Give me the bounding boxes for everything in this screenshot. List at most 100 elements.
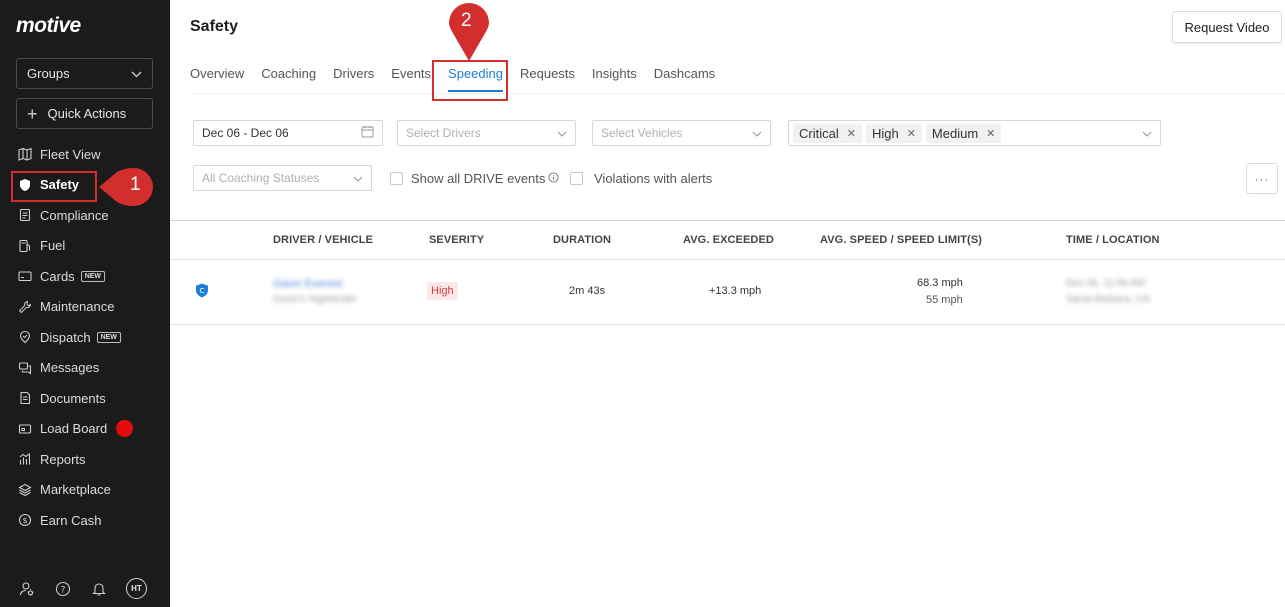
sidebar-item-load-board[interactable]: Load Board	[0, 414, 170, 445]
new-badge: NEW	[96, 331, 121, 343]
dollar-icon: $	[18, 513, 32, 527]
duration-value: 2m 43s	[569, 285, 606, 297]
sidebar-item-label: Compliance	[40, 207, 109, 223]
sidebar-item-label: Fleet View	[40, 146, 101, 162]
severity-chips: Critical ✕ High ✕ Medium ✕	[793, 123, 1005, 143]
messages-icon	[18, 361, 32, 375]
step-2-callout: 2	[449, 3, 489, 63]
step-1-number: 1	[130, 174, 141, 195]
chevron-down-icon	[1142, 126, 1152, 140]
violations-with-alerts-label: Violations with alerts	[594, 171, 713, 186]
column-header-severity[interactable]: SEVERITY	[429, 234, 484, 246]
coaching-status-placeholder: All Coaching Statuses	[202, 171, 320, 185]
checkbox[interactable]	[570, 172, 583, 185]
tab-insights[interactable]: Insights	[592, 66, 637, 81]
sidebar-item-documents[interactable]: Documents	[0, 383, 170, 414]
select-vehicles-placeholder: Select Vehicles	[601, 126, 683, 140]
tab-requests[interactable]: Requests	[520, 66, 575, 81]
checkbox[interactable]	[390, 172, 403, 185]
sidebar-item-earn-cash[interactable]: $ Earn Cash	[0, 505, 170, 536]
ellipsis-icon: ···	[1254, 171, 1270, 186]
select-drivers-dropdown[interactable]: Select Drivers	[397, 120, 576, 146]
tab-drivers[interactable]: Drivers	[333, 66, 374, 81]
sidebar: motive Groups + Quick Actions Fleet View…	[0, 0, 170, 607]
vehicle-name: Gavin's Highlander	[273, 294, 358, 305]
column-header-avg-speed[interactable]: AVG. SPEED / SPEED LIMIT(S)	[820, 234, 982, 246]
sidebar-item-maintenance[interactable]: Maintenance	[0, 292, 170, 323]
help-icon[interactable]: ?	[54, 580, 71, 597]
app-root: motive Groups + Quick Actions Fleet View…	[0, 0, 1285, 607]
more-options-button[interactable]: ···	[1246, 163, 1278, 194]
header-divider	[170, 259, 1285, 260]
coaching-status-dropdown[interactable]: All Coaching Statuses	[193, 165, 372, 191]
tab-overview[interactable]: Overview	[190, 66, 244, 81]
sidebar-item-label: Fuel	[40, 238, 66, 254]
tab-dashcams[interactable]: Dashcams	[654, 66, 715, 81]
sidebar-item-fuel[interactable]: Fuel	[0, 231, 170, 262]
severity-multiselect[interactable]: Critical ✕ High ✕ Medium ✕	[788, 120, 1161, 146]
column-header-time-location[interactable]: TIME / LOCATION	[1066, 234, 1160, 246]
severity-chip-high: High ✕	[865, 123, 922, 143]
chevron-down-icon	[557, 126, 567, 140]
show-drive-events-label: Show all DRIVE events	[411, 171, 546, 186]
severity-chip-critical: Critical ✕	[793, 123, 862, 143]
sidebar-item-dispatch[interactable]: Dispatch NEW	[0, 322, 170, 353]
step-2-number: 2	[461, 10, 472, 31]
sidebar-item-label: Dispatch	[40, 329, 91, 345]
date-range-value: Dec 06 - Dec 06	[202, 126, 289, 140]
card-icon	[18, 269, 32, 283]
request-video-button[interactable]: Request Video	[1172, 11, 1282, 43]
sidebar-item-reports[interactable]: Reports	[0, 444, 170, 475]
step-1-callout: 1	[97, 168, 161, 206]
coaching-shield-icon: C	[195, 283, 209, 301]
violations-with-alerts-checkbox[interactable]: Violations with alerts	[570, 171, 712, 186]
bell-icon[interactable]	[90, 580, 107, 597]
truck-icon	[18, 422, 32, 436]
chevron-down-icon	[752, 126, 762, 140]
severity-badge: High	[427, 282, 458, 300]
date-range-picker[interactable]: Dec 06 - Dec 06	[193, 120, 383, 146]
select-drivers-placeholder: Select Drivers	[406, 126, 481, 140]
user-settings-icon[interactable]	[18, 580, 35, 597]
quick-actions-button[interactable]: + Quick Actions	[16, 98, 153, 129]
tabs-divider	[190, 93, 1285, 94]
sidebar-footer: ? HT	[18, 578, 147, 599]
severity-chip-medium: Medium ✕	[925, 123, 1002, 143]
sidebar-item-label: Marketplace	[40, 482, 111, 498]
event-time: Dec 06, 11:06 AM	[1066, 278, 1145, 289]
sidebar-item-label: Cards	[40, 268, 75, 284]
groups-label: Groups	[27, 66, 70, 81]
document-icon	[18, 391, 32, 405]
motive-logo[interactable]: motive	[16, 14, 81, 38]
groups-dropdown[interactable]: Groups	[16, 58, 153, 89]
close-icon[interactable]: ✕	[986, 127, 995, 140]
plus-icon: +	[27, 103, 38, 124]
svg-text:?: ?	[60, 585, 65, 595]
row-divider	[170, 324, 1285, 325]
sidebar-item-label: Load Board	[40, 421, 108, 437]
close-icon[interactable]: ✕	[847, 127, 856, 140]
column-header-driver-vehicle[interactable]: DRIVER / VEHICLE	[273, 234, 373, 246]
chart-icon	[18, 452, 32, 466]
sidebar-item-label: Documents	[40, 390, 106, 406]
close-icon[interactable]: ✕	[907, 127, 916, 140]
tab-coaching[interactable]: Coaching	[261, 66, 316, 81]
fuel-icon	[18, 239, 32, 253]
sidebar-item-messages[interactable]: Messages	[0, 353, 170, 384]
sidebar-item-label: Messages	[40, 360, 100, 376]
sidebar-item-fleet-view[interactable]: Fleet View	[0, 139, 170, 170]
chevron-down-icon	[353, 171, 363, 185]
chip-label: Medium	[931, 125, 979, 141]
sidebar-item-marketplace[interactable]: Marketplace	[0, 475, 170, 506]
column-header-duration[interactable]: DURATION	[553, 234, 611, 246]
sidebar-item-cards[interactable]: Cards NEW	[0, 261, 170, 292]
column-header-avg-exceeded[interactable]: AVG. EXCEEDED	[683, 234, 774, 246]
main-content: Safety Request Video Overview Coaching D…	[170, 0, 1285, 607]
select-vehicles-dropdown[interactable]: Select Vehicles	[592, 120, 771, 146]
tab-events[interactable]: Events	[391, 66, 431, 81]
driver-name[interactable]: Gavin Everest	[273, 278, 342, 290]
avatar[interactable]: HT	[126, 578, 147, 599]
info-icon[interactable]	[548, 171, 559, 186]
show-drive-events-checkbox[interactable]: Show all DRIVE events	[390, 171, 559, 186]
avg-speed-value: 68.3 mph	[917, 277, 963, 289]
